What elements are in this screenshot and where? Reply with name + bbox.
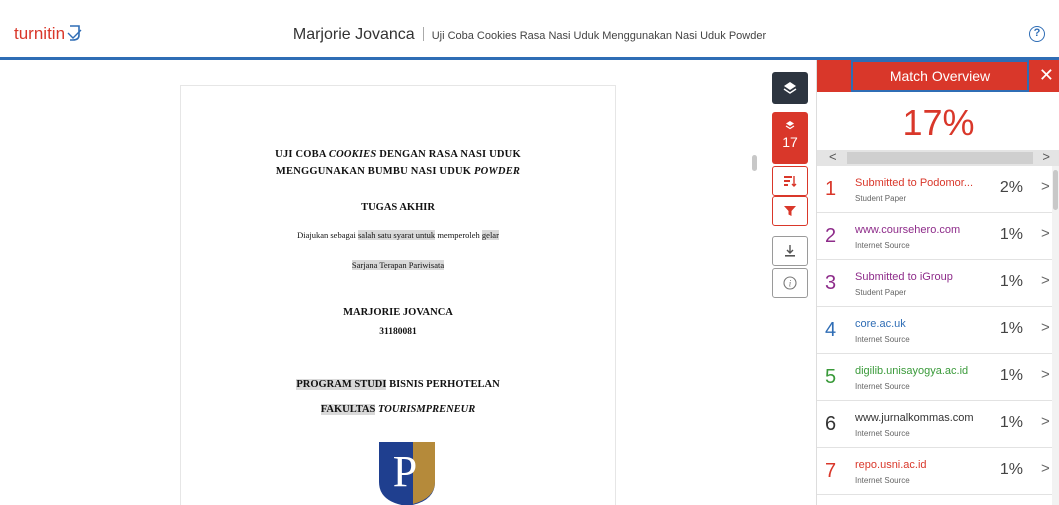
match-percent: 1%	[999, 226, 1023, 243]
match-row[interactable]: 1 Submitted to Podomor... Student Paper 2% >	[817, 166, 1053, 213]
chevron-right-icon[interactable]: >	[1041, 319, 1050, 336]
chevron-right-icon[interactable]: >	[1041, 272, 1050, 289]
highlight-match[interactable]: salah satu syarat untuk	[357, 230, 436, 240]
match-list: 1 Submitted to Podomor... Student Paper 2% >…	[817, 166, 1053, 495]
match-rank: 5	[825, 366, 837, 388]
match-source-type: Internet Source	[855, 476, 910, 485]
match-percent: 1%	[999, 367, 1023, 384]
chevron-right-icon[interactable]: >	[1041, 178, 1050, 195]
match-percent: 2%	[999, 179, 1023, 196]
match-source-type: Student Paper	[855, 194, 907, 203]
panel-pager: < >	[817, 149, 1059, 166]
chevron-left-icon[interactable]: <	[829, 149, 837, 164]
layers-button[interactable]	[772, 72, 808, 104]
page-diajukan-line: Diajukan sebagai salah satu syarat untuk…	[297, 230, 499, 240]
match-rank: 3	[825, 272, 837, 294]
info-button[interactable]: i	[772, 268, 808, 298]
pager-thumb[interactable]	[847, 152, 1033, 164]
panel-header: Match Overview ✕	[817, 60, 1059, 92]
match-source[interactable]: www.jurnalkommas.com	[855, 412, 983, 424]
match-source[interactable]: Submitted to iGroup	[855, 271, 983, 283]
svg-text:i: i	[789, 279, 792, 289]
match-rank: 4	[825, 319, 837, 341]
chevron-right-icon[interactable]: >	[1041, 460, 1050, 477]
document-viewer: UJI COBA COOKIES DENGAN RASA NASI UDUK M…	[0, 63, 770, 505]
info-icon: i	[783, 276, 797, 294]
match-rank: 1	[825, 178, 837, 200]
match-layer-icon	[785, 117, 795, 135]
page-author-name: MARJORIE JOVANCA	[343, 307, 453, 318]
page-tugas-akhir: TUGAS AKHIR	[361, 202, 435, 213]
match-source[interactable]: repo.usni.ac.id	[855, 459, 983, 471]
match-source-type: Student Paper	[855, 288, 907, 297]
match-source[interactable]: digilib.unisayogya.ac.id	[855, 365, 983, 377]
match-overview-button[interactable]: 17	[772, 112, 808, 164]
page-faculty-line: FAKULTAS TOURISMPRENEUR	[320, 404, 476, 415]
highlight-match[interactable]: gelar	[481, 230, 499, 240]
match-percent: 1%	[999, 320, 1023, 337]
author-name: Marjorie Jovanca	[292, 26, 415, 43]
match-row[interactable]: 4 core.ac.uk Internet Source 1% >	[817, 307, 1053, 354]
page-title-line-1: UJI COBA COOKIES DENGAN RASA NASI UDUK	[275, 149, 521, 160]
highlight-match[interactable]: PROGRAM STUDI	[296, 379, 387, 390]
document-scrollbar[interactable]	[752, 155, 757, 171]
match-source-type: Internet Source	[855, 382, 910, 391]
match-overview-panel: Match Overview ✕ 17% < > 1 Submitted to P…	[816, 60, 1059, 505]
page-student-id: 31180081	[379, 327, 417, 337]
download-button[interactable]	[772, 236, 808, 266]
university-logo-icon: P	[379, 442, 435, 505]
page-program-line: PROGRAM STUDI BISNIS PERHOTELAN	[296, 379, 500, 390]
filter-icon	[783, 205, 797, 222]
match-row[interactable]: 6 www.jurnalkommas.com Internet Source 1% >	[817, 401, 1053, 448]
svg-text:P: P	[393, 447, 417, 496]
chevron-right-icon[interactable]: >	[1041, 366, 1050, 383]
page-sarjana-line: Sarjana Terapan Pariwisata	[181, 260, 615, 270]
chevron-right-icon[interactable]: >	[1042, 149, 1050, 164]
document-title-area: Marjorie Jovanca Uji Coba Cookies Rasa Na…	[0, 26, 1059, 44]
download-icon	[783, 245, 797, 262]
match-source[interactable]: www.coursehero.com	[855, 224, 983, 236]
match-row[interactable]: 3 Submitted to iGroup Student Paper 1% >	[817, 260, 1053, 307]
match-row[interactable]: 7 repo.usni.ac.id Internet Source 1% >	[817, 448, 1053, 495]
close-icon[interactable]: ✕	[1039, 66, 1054, 84]
match-rank: 6	[825, 413, 837, 435]
match-source[interactable]: core.ac.uk	[855, 318, 983, 330]
similarity-percentage: 17%	[817, 92, 1059, 150]
title-separator	[422, 27, 424, 41]
page-title-line-2: MENGGUNAKAN BUMBU NASI UDUK POWDER	[275, 166, 521, 177]
document-page: UJI COBA COOKIES DENGAN RASA NASI UDUK M…	[180, 85, 616, 505]
highlight-match[interactable]: Sarjana Terapan Pariwisata	[351, 260, 445, 270]
filter-button[interactable]	[772, 196, 808, 226]
panel-title: Match Overview	[851, 60, 1029, 92]
match-rank: 2	[825, 225, 837, 247]
panel-scrollbar-thumb[interactable]	[1053, 170, 1058, 210]
match-source-type: Internet Source	[855, 335, 910, 344]
sort-button[interactable]	[772, 166, 808, 196]
match-rank: 7	[825, 460, 837, 482]
turnitin-viewer: turnitin Marjorie Jovanca Uji Coba Cookie…	[0, 0, 1059, 505]
match-row[interactable]: 2 www.coursehero.com Internet Source 1% >	[817, 213, 1053, 260]
match-percent: 1%	[999, 273, 1023, 290]
match-source-type: Internet Source	[855, 429, 910, 438]
panel-scrollbar[interactable]	[1052, 166, 1059, 505]
sort-icon	[783, 175, 797, 192]
help-icon[interactable]: ?	[1029, 26, 1045, 42]
chevron-right-icon[interactable]: >	[1041, 413, 1050, 430]
highlight-match[interactable]: FAKULTAS	[320, 404, 376, 415]
match-source[interactable]: Submitted to Podomor...	[855, 177, 983, 189]
top-header: turnitin Marjorie Jovanca Uji Coba Cookie…	[0, 0, 1059, 60]
match-source-type: Internet Source	[855, 241, 910, 250]
match-percent: 1%	[999, 414, 1023, 431]
chevron-right-icon[interactable]: >	[1041, 225, 1050, 242]
match-row[interactable]: 5 digilib.unisayogya.ac.id Internet Source…	[817, 354, 1053, 401]
match-percent: 1%	[999, 461, 1023, 478]
layers-icon	[783, 82, 797, 99]
document-title: Uji Coba Cookies Rasa Nasi Uduk Mengguna…	[431, 30, 767, 42]
match-count: 17	[782, 134, 798, 150]
